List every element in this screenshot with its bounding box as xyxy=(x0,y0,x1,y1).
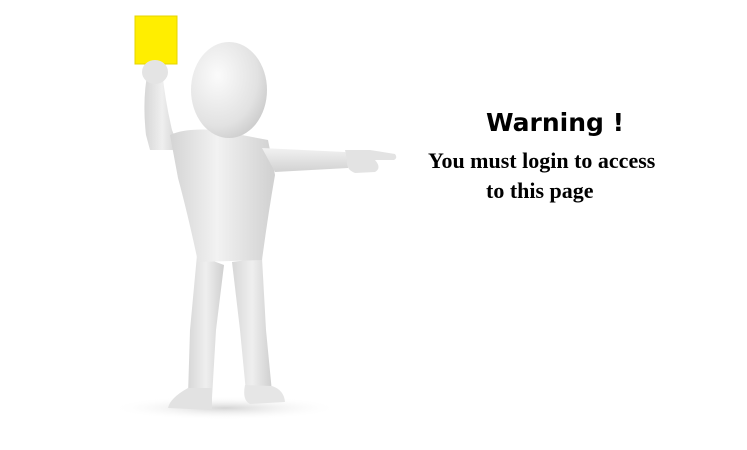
head xyxy=(191,42,267,138)
yellow-card xyxy=(134,15,178,65)
raised-fist xyxy=(142,60,168,84)
pointing-arm xyxy=(262,148,352,172)
warning-message-line-2: to this page xyxy=(486,178,594,203)
warning-message-line-1: You must login to access xyxy=(428,148,656,173)
right-foot xyxy=(244,385,285,404)
warning-title: Warning ! xyxy=(485,108,625,137)
person-holding-yellow-card-icon xyxy=(110,15,397,420)
warning-page: Warning ! You must login to access to th… xyxy=(0,0,747,450)
pointing-hand xyxy=(345,150,397,173)
floor-shadow xyxy=(110,396,340,420)
left-foot xyxy=(168,388,212,410)
left-leg xyxy=(188,255,224,398)
right-leg xyxy=(232,258,272,392)
torso xyxy=(170,129,275,262)
